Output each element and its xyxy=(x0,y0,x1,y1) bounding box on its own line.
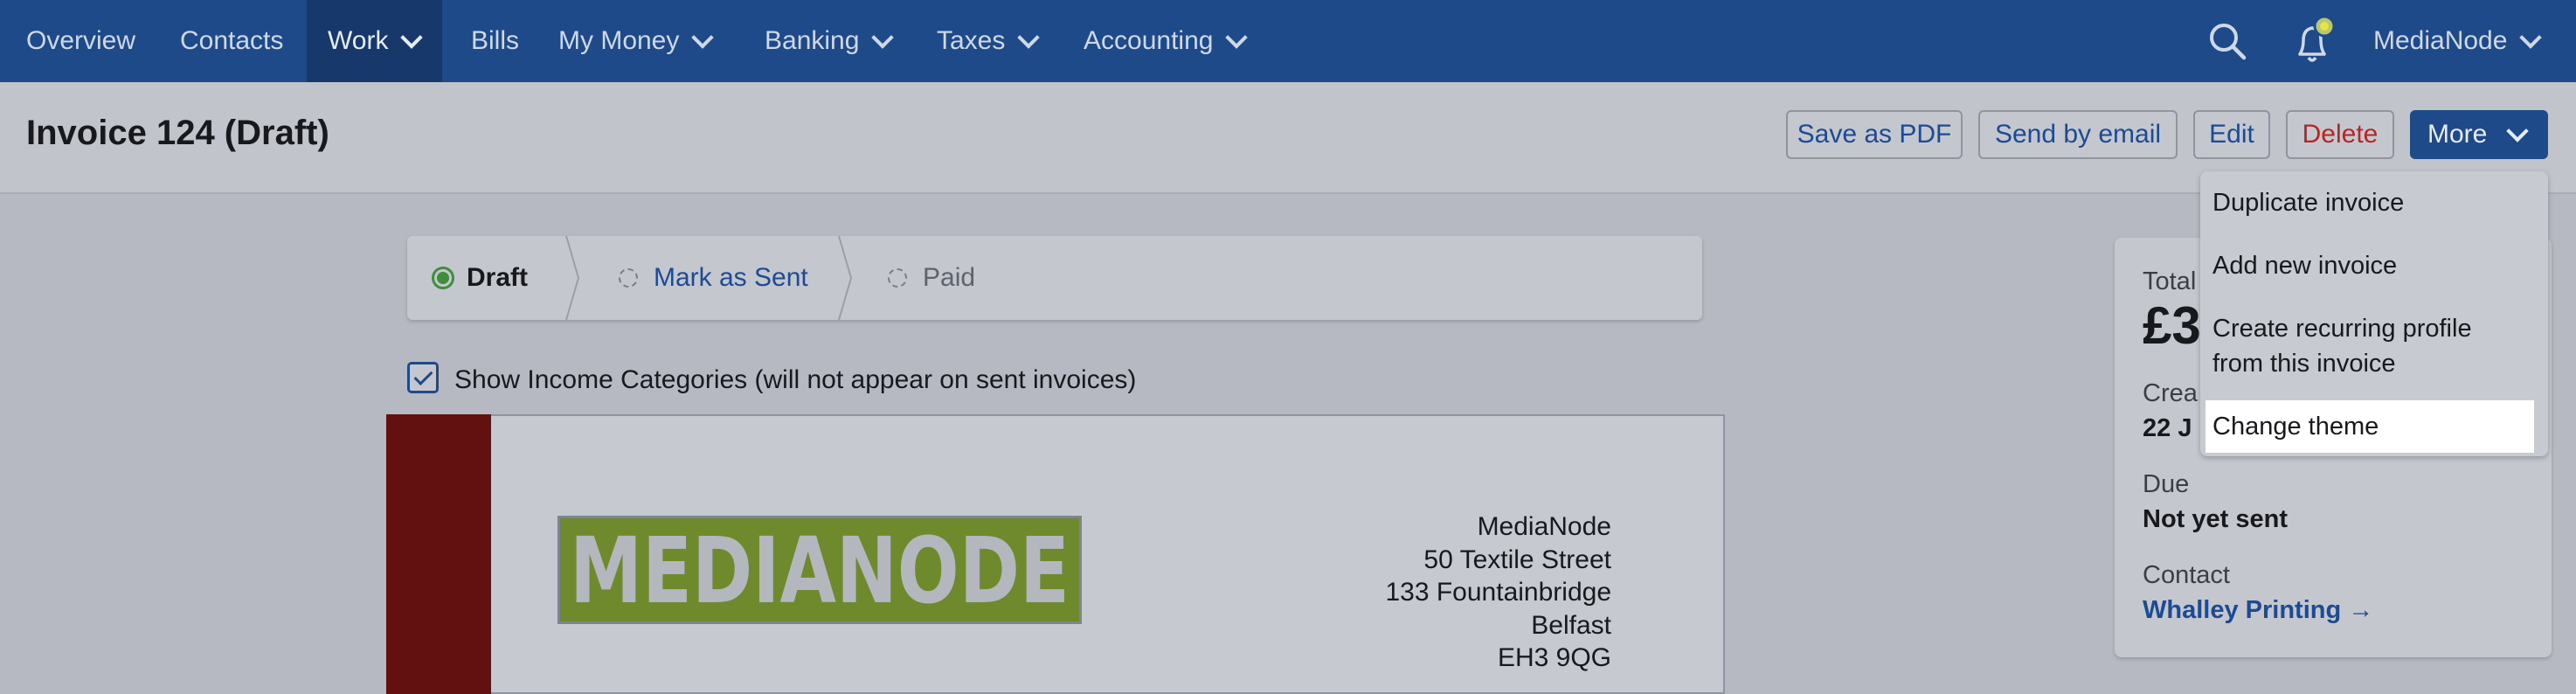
logo-text: MEDIANODE xyxy=(570,518,1070,621)
nav-item-label: Taxes xyxy=(937,26,1006,55)
step-draft-label: Draft xyxy=(467,263,529,292)
address-line: 50 Textile Street xyxy=(1423,545,1611,574)
step-sent-label: Mark as Sent xyxy=(654,263,808,292)
invoice-accent-stripe xyxy=(386,414,491,694)
current-step-icon xyxy=(432,267,454,289)
pending-step-icon xyxy=(619,268,638,288)
invoice-status-steps: Draft Mark as Sent Paid xyxy=(407,236,1702,320)
nav-item-label: Banking xyxy=(765,26,860,55)
menu-item-duplicate-invoice[interactable]: Duplicate invoice xyxy=(2212,185,2404,220)
address-line: Belfast xyxy=(1531,610,1611,640)
search-icon[interactable] xyxy=(2206,0,2249,82)
contact-link[interactable]: Whalley Printing → xyxy=(2143,596,2373,625)
save-as-pdf-button[interactable]: Save as PDF xyxy=(1786,110,1963,159)
company-logo: MEDIANODE xyxy=(557,516,1082,624)
top-navigation: Overview Contacts Work Bills My Money Ba… xyxy=(0,0,2576,82)
page-title: Invoice 124 (Draft) xyxy=(26,114,329,152)
nav-item-bills[interactable]: Bills xyxy=(471,0,519,82)
menu-item-create-recurring-profile[interactable]: Create recurring profile from this invoi… xyxy=(2212,311,2472,381)
menu-item-add-new-invoice[interactable]: Add new invoice xyxy=(2212,248,2397,283)
contact-label: Contact xyxy=(2143,561,2230,589)
nav-item-work[interactable]: Work xyxy=(307,0,443,82)
chevron-down-icon xyxy=(1017,26,1041,49)
step-paid: Paid xyxy=(888,236,975,320)
show-income-categories-label: Show Income Categories (will not appear … xyxy=(454,365,1137,394)
nav-item-banking[interactable]: Banking xyxy=(765,0,895,82)
show-income-categories-checkbox[interactable] xyxy=(407,362,439,393)
nav-item-label: Accounting xyxy=(1084,26,1214,55)
address-line: MediaNode xyxy=(1477,512,1611,541)
nav-item-label: My Money xyxy=(558,26,680,55)
nav-item-label: Contacts xyxy=(180,26,284,55)
chevron-down-icon xyxy=(871,26,895,49)
step-paid-label: Paid xyxy=(923,263,976,292)
account-menu[interactable]: MediaNode xyxy=(2373,0,2543,82)
more-dropdown-menu: Duplicate invoice Add new invoice Create… xyxy=(2200,171,2548,456)
nav-item-accounting[interactable]: Accounting xyxy=(1084,0,1249,82)
nav-item-label: Overview xyxy=(26,26,136,55)
send-by-email-button[interactable]: Send by email xyxy=(1978,110,2178,159)
step-dividers xyxy=(565,236,853,320)
address-line: 133 Fountainbridge xyxy=(1385,578,1611,607)
menu-item-label: Create recurring profile xyxy=(2212,315,2472,343)
address-line: EH3 9QG xyxy=(1497,643,1611,672)
nav-item-label: Work xyxy=(328,26,389,55)
chevron-down-icon xyxy=(2519,26,2543,49)
nav-item-taxes[interactable]: Taxes xyxy=(937,0,1041,82)
chevron-down-icon xyxy=(2506,120,2530,142)
created-label: Crea xyxy=(2143,379,2198,407)
nav-item-overview[interactable]: Overview xyxy=(26,0,135,82)
sender-address: MediaNode 50 Textile Street 133 Fountain… xyxy=(1385,510,1611,675)
delete-button[interactable]: Delete xyxy=(2286,110,2394,159)
account-name: MediaNode xyxy=(2373,26,2508,55)
more-button[interactable]: More xyxy=(2410,110,2548,159)
chevron-down-icon xyxy=(400,26,424,49)
pending-step-icon xyxy=(888,268,907,288)
due-value: Not yet sent xyxy=(2143,505,2288,533)
edit-button[interactable]: Edit xyxy=(2193,110,2270,159)
nav-item-label: Bills xyxy=(471,26,520,55)
nav-item-contacts[interactable]: Contacts xyxy=(180,0,283,82)
more-button-label: More xyxy=(2427,120,2488,149)
total-label: Total xyxy=(2143,267,2197,295)
chevron-down-icon xyxy=(691,26,715,49)
page-header: Invoice 124 (Draft) Save as PDF Send by … xyxy=(0,82,2576,194)
due-label: Due xyxy=(2143,470,2190,498)
step-mark-as-sent[interactable]: Mark as Sent xyxy=(619,236,808,320)
menu-item-label: from this invoice xyxy=(2212,350,2396,378)
total-value: £3 xyxy=(2143,296,2201,355)
menu-item-change-theme[interactable]: Change theme xyxy=(2206,400,2534,453)
bell-icon[interactable] xyxy=(2288,0,2340,82)
chevron-down-icon xyxy=(1225,26,1249,49)
step-draft: Draft xyxy=(432,236,528,320)
nav-item-my-money[interactable]: My Money xyxy=(558,0,715,82)
created-value: 22 J xyxy=(2143,414,2192,442)
